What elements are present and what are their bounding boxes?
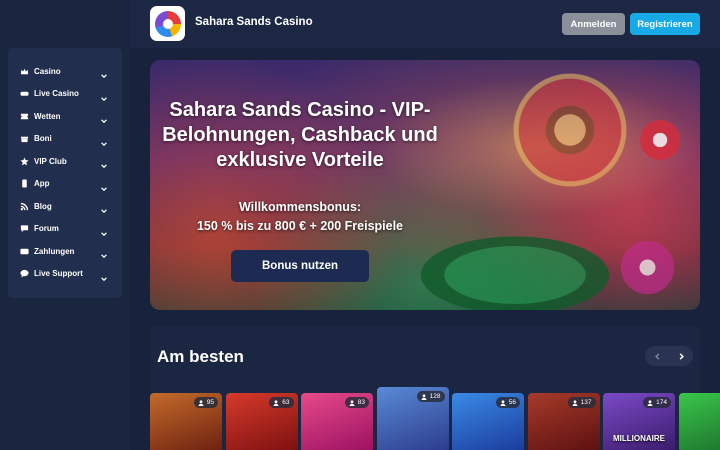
chevron-down-icon[interactable] xyxy=(100,225,108,236)
player-count-badge: 95 xyxy=(193,397,218,408)
crown-icon xyxy=(20,67,29,76)
bonus-line: Willkommensbonus: xyxy=(238,200,362,214)
roulette-wheel-decoration xyxy=(510,70,630,190)
game-tile[interactable]: 128 xyxy=(376,387,449,450)
top-header: Sahara Sands Casino Anmelden Registriere… xyxy=(0,0,720,48)
ticket-icon xyxy=(20,112,29,121)
player-count-badge: 174 xyxy=(643,397,671,408)
sidebar-item-forum[interactable]: Forum xyxy=(8,218,122,241)
game-thumbnail xyxy=(678,393,720,450)
user-icon xyxy=(349,399,355,406)
game-tile[interactable]: 137 xyxy=(527,393,600,450)
chevron-down-icon[interactable] xyxy=(100,157,108,169)
sidebar-menu: Casino Live Casino Wetten Boni VIP Club … xyxy=(8,48,122,298)
header-left-strip xyxy=(0,0,130,48)
sidebar-item-wetten[interactable]: Wetten xyxy=(8,105,122,128)
player-count: 137 xyxy=(580,399,592,406)
player-count: 63 xyxy=(282,399,290,406)
gamepad-icon xyxy=(20,89,29,98)
carousel-prev-button[interactable] xyxy=(645,346,669,366)
sidebar-item-label: Blog xyxy=(34,201,52,211)
game-tile[interactable]: 56 xyxy=(452,393,524,450)
chevron-down-icon[interactable] xyxy=(100,270,108,281)
sidebar-item-app[interactable]: App xyxy=(8,173,122,196)
smartphone-icon xyxy=(20,179,29,188)
support-chat-icon xyxy=(20,269,29,278)
poker-table-decoration xyxy=(405,230,625,310)
sidebar-item-label: App xyxy=(34,179,50,189)
player-count: 95 xyxy=(206,399,214,406)
sidebar-item-label: Boni xyxy=(34,134,52,144)
sidebar-item-live-casino[interactable]: Live Casino xyxy=(8,83,122,106)
hero-title: Sahara Sands Casino - VIP-Belohnungen, C… xyxy=(162,99,438,171)
sidebar-item-label: Forum xyxy=(34,224,59,234)
player-count-badge: 137 xyxy=(567,397,596,408)
carousel-next-button[interactable] xyxy=(669,346,693,366)
chevron-down-icon[interactable] xyxy=(100,180,108,191)
chevron-down-icon[interactable] xyxy=(100,67,108,79)
site-logo[interactable] xyxy=(150,6,185,41)
chevron-down-icon[interactable] xyxy=(100,112,108,124)
user-icon xyxy=(647,399,653,406)
sidebar-item-label: Casino xyxy=(34,66,61,76)
sidebar-item-label: Wetten xyxy=(34,111,61,121)
sidebar-item-label: Zahlungen xyxy=(34,246,75,256)
player-count-badge: 63 xyxy=(269,397,294,408)
chevron-left-icon xyxy=(654,352,659,360)
chevron-down-icon[interactable] xyxy=(100,247,108,259)
player-count: 56 xyxy=(508,399,516,406)
game-tile[interactable]: 63 xyxy=(225,393,298,450)
game-tile[interactable] xyxy=(678,393,720,450)
section-title: Am besten xyxy=(157,347,244,366)
sidebar-item-label: Live Casino xyxy=(34,89,79,99)
user-icon xyxy=(500,399,506,406)
player-count-badge: 83 xyxy=(344,397,369,408)
claim-bonus-button[interactable]: Bonus nutzen xyxy=(231,250,369,282)
player-count: 128 xyxy=(429,393,441,400)
sidebar-item-blog[interactable]: Blog xyxy=(8,195,122,218)
games-carousel: 95 63 83 128 56 137 174 MILLIONAIRE xyxy=(150,387,720,450)
site-title[interactable]: Sahara Sands Casino xyxy=(195,16,313,28)
player-count-badge: 56 xyxy=(495,397,520,408)
game-title: MILLIONAIRE xyxy=(613,434,665,443)
sidebar-item-vip-club[interactable]: VIP Club xyxy=(8,150,122,173)
login-button[interactable]: Anmelden xyxy=(562,13,625,35)
poker-chip-decoration xyxy=(620,240,675,295)
register-button[interactable]: Registrieren xyxy=(630,13,700,35)
hero-banner: Sahara Sands Casino - VIP-Belohnungen, C… xyxy=(150,60,700,310)
sidebar-item-boni[interactable]: Boni xyxy=(8,128,122,151)
user-icon xyxy=(198,399,204,406)
user-icon xyxy=(572,399,578,406)
game-tile[interactable]: 95 xyxy=(150,393,222,450)
sidebar-item-label: VIP Club xyxy=(34,156,67,166)
sidebar-item-zahlungen[interactable]: Zahlungen xyxy=(8,240,122,263)
hero-bonus-text: Willkommensbonus: 150 % bis zu 800 € + 2… xyxy=(175,198,425,236)
roulette-logo-icon xyxy=(154,10,181,37)
sidebar-item-live-support[interactable]: Live Support xyxy=(8,263,122,286)
chevron-right-icon xyxy=(679,352,684,360)
star-icon xyxy=(20,157,29,166)
sidebar-item-casino[interactable]: Casino xyxy=(8,60,122,83)
poker-chip-decoration xyxy=(640,120,680,160)
game-tile[interactable]: 174 MILLIONAIRE xyxy=(603,393,675,450)
player-count: 174 xyxy=(656,399,667,406)
game-tile[interactable]: 83 xyxy=(301,393,373,450)
user-icon xyxy=(421,393,427,400)
gift-icon xyxy=(20,134,29,143)
user-icon xyxy=(273,399,279,406)
credit-card-icon xyxy=(20,247,29,256)
sidebar-item-label: Live Support xyxy=(34,269,83,279)
bonus-line: 150 % bis zu 800 € + 200 Freispiele xyxy=(196,219,404,233)
chevron-down-icon[interactable] xyxy=(100,90,108,101)
carousel-navigation xyxy=(645,346,693,366)
chevron-down-icon[interactable] xyxy=(100,135,108,146)
player-count: 83 xyxy=(357,399,365,406)
chat-icon xyxy=(20,224,29,233)
chevron-down-icon[interactable] xyxy=(100,202,108,214)
rss-icon xyxy=(20,202,29,211)
player-count-badge: 128 xyxy=(416,391,445,402)
